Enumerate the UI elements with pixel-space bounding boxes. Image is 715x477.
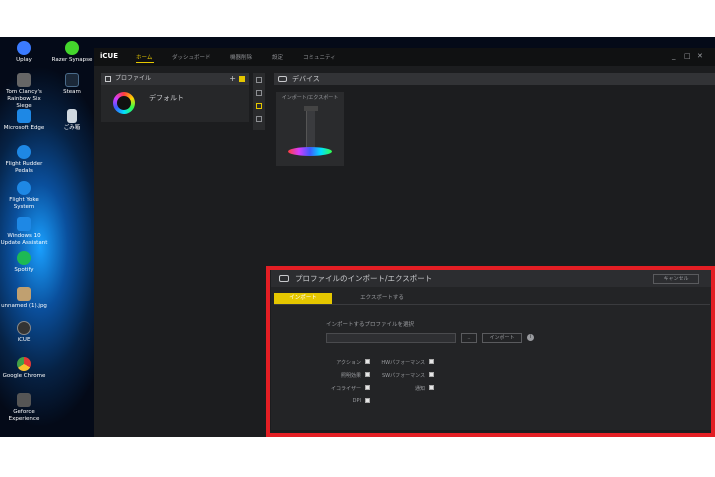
headset-stand-base <box>288 147 332 156</box>
desktop-icon-image-file[interactable]: unnamed (1).jpg <box>0 287 48 310</box>
logitech-icon <box>17 181 31 195</box>
desktop-icon-yoke[interactable]: Flight Yoke System <box>0 181 48 211</box>
tab-dashboard[interactable]: ダッシュボード <box>172 53 211 61</box>
tab-settings[interactable]: 設定 <box>272 53 283 61</box>
share-icon[interactable] <box>256 103 262 109</box>
desktop-icon-label: Microsoft Edge <box>3 125 45 131</box>
desktop-icon-windows-update[interactable]: Windows 10 Update Assistant <box>0 217 48 247</box>
desktop-icon-label: unnamed (1).jpg <box>1 303 47 309</box>
desktop-icon-spotify[interactable]: Spotify <box>0 251 48 274</box>
title-bar: iCUE ホーム ダッシュボード 機器削除 設定 コミュニティ _ □ ✕ <box>94 48 715 66</box>
tab-community[interactable]: コミュニティ <box>303 53 336 61</box>
desktop-icon-label: Steam <box>63 89 81 95</box>
copy-icon[interactable] <box>256 77 262 83</box>
screenshot: Uplay Razer Synapse Tom Clancy's Rainbow… <box>0 0 715 477</box>
rainbow-six-icon <box>17 73 31 87</box>
add-profile-button[interactable]: + <box>229 73 236 85</box>
desktop-icon-label: Flight Rudder Pedals <box>5 161 43 174</box>
desktop-icon-label: Spotify <box>14 267 34 273</box>
desktop-icon-label: Tom Clancy's Rainbow Six Siege <box>6 89 42 109</box>
profile-toolbar <box>253 73 265 130</box>
desktop-icon-rudder[interactable]: Flight Rudder Pedals <box>0 145 48 175</box>
tab-home[interactable]: ホーム <box>136 53 152 61</box>
icue-icon <box>17 321 31 335</box>
desktop-icon-label: iCUE <box>17 337 31 343</box>
chrome-icon <box>17 357 31 371</box>
profile-name[interactable]: デフォルト <box>149 93 184 103</box>
minimize-button[interactable]: _ <box>672 52 676 60</box>
tab-remove-device[interactable]: 機器削除 <box>230 53 252 61</box>
desktop-icon-icue[interactable]: iCUE <box>0 321 48 344</box>
active-tab-indicator <box>136 62 154 63</box>
desktop-icon-recycle-bin[interactable]: ごみ箱 <box>48 109 96 132</box>
image-file-icon <box>17 287 31 301</box>
windows-icon <box>17 217 31 231</box>
device-card-label: インポート/エクスポート <box>281 95 339 101</box>
steam-icon <box>65 73 79 87</box>
desktop-icon-chrome[interactable]: Google Chrome <box>0 357 48 380</box>
close-button[interactable]: ✕ <box>697 52 703 60</box>
desktop-icon-label: Geforce Experience <box>8 409 40 422</box>
trash-icon[interactable] <box>256 116 262 122</box>
desktop-icon-label: Windows 10 Update Assistant <box>0 233 48 246</box>
profile-panel-title: プロファイル <box>115 75 152 82</box>
desktop-icon-label: Google Chrome <box>2 373 46 379</box>
profile-panel: プロファイル + デフォルト <box>101 73 249 122</box>
desktop-icon-label: ごみ箱 <box>63 125 81 131</box>
desktop-icon-edge[interactable]: Microsoft Edge <box>0 109 48 132</box>
maximize-button[interactable]: □ <box>684 52 691 60</box>
geforce-icon <box>17 393 31 407</box>
desktop-icon-razer[interactable]: Razer Synapse <box>48 41 96 64</box>
device-panel-header: デバイス <box>274 73 715 85</box>
app-logo: iCUE <box>100 52 119 60</box>
profile-icon <box>105 76 111 82</box>
logitech-icon <box>17 145 31 159</box>
profile-panel-header: プロファイル + <box>101 73 249 85</box>
uplay-icon <box>17 41 31 55</box>
desktop-icon-geforce[interactable]: Geforce Experience <box>0 393 48 423</box>
profile-power-icon[interactable] <box>113 92 135 114</box>
headset-stand-hook <box>304 106 318 111</box>
recycle-bin-icon <box>67 109 77 123</box>
device-icon <box>278 76 287 82</box>
highlight-frame <box>266 266 715 437</box>
menu-icon[interactable] <box>239 76 245 82</box>
desktop-icon-steam[interactable]: Steam <box>48 73 96 96</box>
desktop-icon-rainbow-six[interactable]: Tom Clancy's Rainbow Six Siege <box>0 73 48 110</box>
headset-stand-icon <box>306 106 315 150</box>
device-card[interactable]: インポート/エクスポート <box>276 92 344 166</box>
desktop-icon-label: Uplay <box>16 57 32 63</box>
file-icon[interactable] <box>256 90 262 96</box>
desktop-icon-label: Razer Synapse <box>51 57 93 63</box>
device-panel-title: デバイス <box>292 75 320 83</box>
edge-icon <box>17 109 31 123</box>
spotify-icon <box>17 251 31 265</box>
razer-icon <box>65 41 79 55</box>
desktop-icon-uplay[interactable]: Uplay <box>0 41 48 64</box>
desktop-icon-label: Flight Yoke System <box>9 197 39 210</box>
